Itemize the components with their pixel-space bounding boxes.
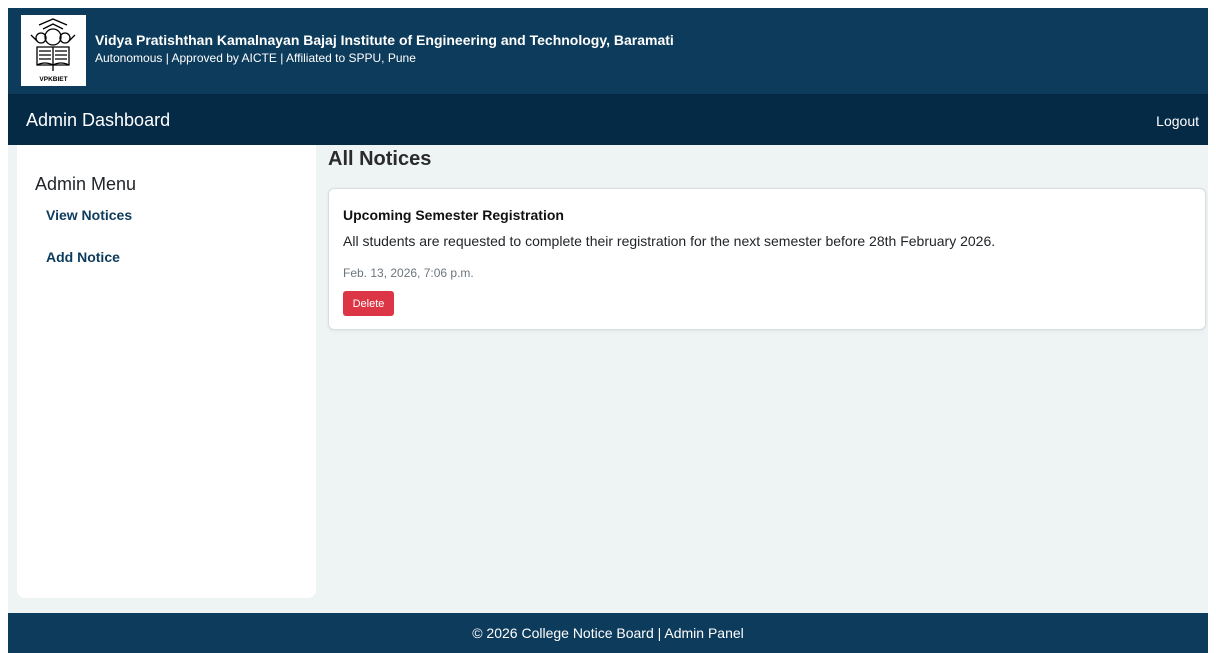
college-header: VPKBIET Vidya Pratishthan Kamalnayan Baj… xyxy=(8,8,1208,94)
footer-text: © 2026 College Notice Board | Admin Pane… xyxy=(472,625,744,641)
college-subtitle: Autonomous | Approved by AICTE | Affilia… xyxy=(95,51,416,65)
page-title: All Notices xyxy=(328,148,432,170)
svg-text:VPKBIET: VPKBIET xyxy=(39,76,67,83)
college-logo: VPKBIET xyxy=(21,15,86,86)
sidebar-item-view-notices[interactable]: View Notices xyxy=(46,207,132,223)
college-info: Vidya Pratishthan Kamalnayan Bajaj Insti… xyxy=(95,31,674,66)
college-logo-icon: VPKBIET xyxy=(30,18,76,83)
sidebar-title: Admin Menu xyxy=(35,174,137,194)
page: VPKBIET Vidya Pratishthan Kamalnayan Baj… xyxy=(8,8,1208,653)
college-name: Vidya Pratishthan Kamalnayan Bajaj Insti… xyxy=(95,32,674,48)
notice-date: Feb. 13, 2026, 7:06 p.m. xyxy=(343,266,474,280)
delete-button[interactable]: Delete xyxy=(343,291,394,316)
navbar: Admin Dashboard Logout xyxy=(8,94,1208,145)
footer: © 2026 College Notice Board | Admin Pane… xyxy=(8,613,1208,653)
notice-title: Upcoming Semester Registration xyxy=(343,207,564,223)
notice-body: All students are requested to complete t… xyxy=(343,233,996,249)
dashboard-brand[interactable]: Admin Dashboard xyxy=(26,109,170,131)
notice-card: Upcoming Semester Registration All stude… xyxy=(328,188,1206,330)
logout-link[interactable]: Logout xyxy=(1156,112,1199,130)
sidebar: Admin Menu View Notices Add Notice xyxy=(17,145,316,598)
sidebar-item-add-notice[interactable]: Add Notice xyxy=(46,249,120,265)
